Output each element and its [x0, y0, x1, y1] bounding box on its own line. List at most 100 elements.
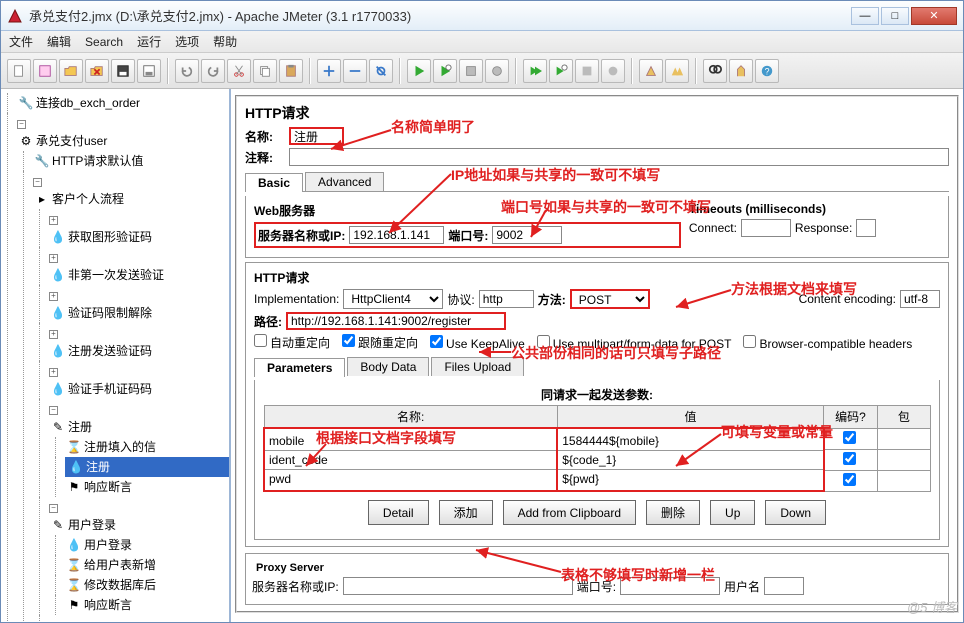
toggle-icon[interactable]: + [49, 330, 58, 339]
impl-select[interactable]: HttpClient4 [343, 289, 443, 309]
encode-checkbox[interactable] [843, 452, 856, 465]
toggle-icon[interactable]: − [33, 178, 42, 187]
tree-register-selected[interactable]: 💧注册 [65, 457, 229, 477]
name-input[interactable] [289, 127, 344, 145]
remote-stop-button[interactable] [575, 59, 599, 83]
path-input[interactable] [286, 312, 506, 330]
toggle-button[interactable] [369, 59, 393, 83]
server-input[interactable] [349, 226, 444, 244]
cb-multi[interactable]: Use multipart/form-data for POST [537, 335, 732, 351]
protocol-input[interactable] [479, 290, 534, 308]
cut-button[interactable] [227, 59, 251, 83]
shutdown-button[interactable] [485, 59, 509, 83]
save-button[interactable] [111, 59, 135, 83]
param-table[interactable]: 名称: 值 编码? 包 mobile ident_code pwd [263, 405, 931, 492]
close-button[interactable]: ✕ [911, 7, 957, 25]
tree-leaf[interactable]: ⌛注册填入的信 [65, 437, 229, 457]
toggle-icon[interactable]: − [49, 622, 58, 623]
tree-flow[interactable]: ▸客户个人流程 [33, 189, 229, 209]
search-button[interactable] [703, 59, 727, 83]
menu-run[interactable]: 运行 [137, 33, 161, 50]
encoding-input[interactable] [900, 290, 940, 308]
tree-item[interactable]: 💧验证手机证码码 [49, 379, 229, 399]
tree-item[interactable]: 💧获取图形验证码 [49, 227, 229, 247]
cb-browser[interactable]: Browser-compatible headers [743, 335, 912, 351]
tree-db[interactable]: 🔧连接db_exch_order [17, 93, 229, 113]
tab-advanced[interactable]: Advanced [305, 172, 384, 191]
tab-basic[interactable]: Basic [245, 173, 303, 192]
proxy-user-input[interactable] [764, 577, 804, 595]
close-file-button[interactable] [85, 59, 109, 83]
add-button[interactable]: 添加 [439, 500, 493, 525]
proxy-port-input[interactable] [620, 577, 720, 595]
remote-start-all-button[interactable] [549, 59, 573, 83]
method-select[interactable]: POST [570, 289, 650, 309]
cb-keep[interactable]: Use KeepAlive [430, 335, 525, 351]
help-button[interactable]: ? [755, 59, 779, 83]
redo-button[interactable] [201, 59, 225, 83]
minimize-button[interactable]: — [851, 7, 879, 25]
menu-options[interactable]: 选项 [175, 33, 199, 50]
tree-register[interactable]: ✎注册 [49, 417, 229, 437]
comment-input[interactable] [289, 148, 949, 166]
toggle-icon[interactable]: + [49, 292, 58, 301]
menu-search[interactable]: Search [85, 35, 123, 49]
saveas-button[interactable] [137, 59, 161, 83]
clear-button[interactable] [639, 59, 663, 83]
paste-button[interactable] [279, 59, 303, 83]
tree-leaf[interactable]: ⚑响应断言 [65, 477, 229, 497]
toggle-icon[interactable]: + [49, 254, 58, 263]
menu-help[interactable]: 帮助 [213, 33, 237, 50]
tree-item[interactable]: 💧注册发送验证码 [49, 341, 229, 361]
start-notimer-button[interactable] [433, 59, 457, 83]
clipboard-button[interactable]: Add from Clipboard [503, 500, 636, 525]
tab-bodydata[interactable]: Body Data [347, 357, 429, 376]
start-button[interactable] [407, 59, 431, 83]
toggle-icon[interactable]: − [49, 504, 58, 513]
undo-button[interactable] [175, 59, 199, 83]
function-helper-button[interactable] [729, 59, 753, 83]
tree-leaf[interactable]: 💧用户登录 [65, 535, 229, 555]
remote-start-button[interactable] [523, 59, 547, 83]
tree-leaf[interactable]: ⌛给用户表新增 [65, 555, 229, 575]
up-button[interactable]: Up [710, 500, 755, 525]
encode-checkbox[interactable] [843, 431, 856, 444]
stop-button[interactable] [459, 59, 483, 83]
toggle-icon[interactable]: − [17, 120, 26, 129]
new-button[interactable] [7, 59, 31, 83]
collapse-button[interactable] [343, 59, 367, 83]
encode-checkbox[interactable] [843, 473, 856, 486]
maximize-button[interactable]: □ [881, 7, 909, 25]
tree-item[interactable]: 💧非第一次发送验证 [49, 265, 229, 285]
down-button[interactable]: Down [765, 500, 826, 525]
clearall-button[interactable] [665, 59, 689, 83]
tree-leaf[interactable]: ⚑响应断言 [65, 595, 229, 615]
open-button[interactable] [59, 59, 83, 83]
cb-auto[interactable]: 自动重定向 [254, 334, 330, 351]
detail-button[interactable]: Detail [368, 500, 429, 525]
tab-filesupload[interactable]: Files Upload [431, 357, 524, 376]
expand-button[interactable] [317, 59, 341, 83]
port-input[interactable] [492, 226, 562, 244]
connect-input[interactable] [741, 219, 791, 237]
tree-leaf[interactable]: ⌛修改数据库后 [65, 575, 229, 595]
proxy-server-input[interactable] [343, 577, 573, 595]
menu-edit[interactable]: 编辑 [47, 33, 71, 50]
toggle-icon[interactable]: + [49, 216, 58, 225]
tab-parameters[interactable]: Parameters [254, 358, 345, 377]
menu-file[interactable]: 文件 [9, 33, 33, 50]
tree-defaults[interactable]: 🔧HTTP请求默认值 [33, 151, 229, 171]
tree-item[interactable]: 💧验证码限制解除 [49, 303, 229, 323]
remote-shutdown-button[interactable] [601, 59, 625, 83]
toggle-icon[interactable]: + [49, 368, 58, 377]
toggle-icon[interactable]: − [49, 406, 58, 415]
template-button[interactable] [33, 59, 57, 83]
proxy-legend: Proxy Server [252, 562, 328, 574]
tree-user[interactable]: ⚙承兑支付user [17, 131, 229, 151]
delete-button[interactable]: 删除 [646, 500, 700, 525]
response-input[interactable] [856, 219, 876, 237]
tree-login[interactable]: ✎用户登录 [49, 515, 229, 535]
cb-follow[interactable]: 跟随重定向 [342, 334, 418, 351]
tree-panel[interactable]: 🔧连接db_exch_order − ⚙承兑支付user 🔧HTTP请求默认值 −… [1, 89, 231, 622]
copy-button[interactable] [253, 59, 277, 83]
